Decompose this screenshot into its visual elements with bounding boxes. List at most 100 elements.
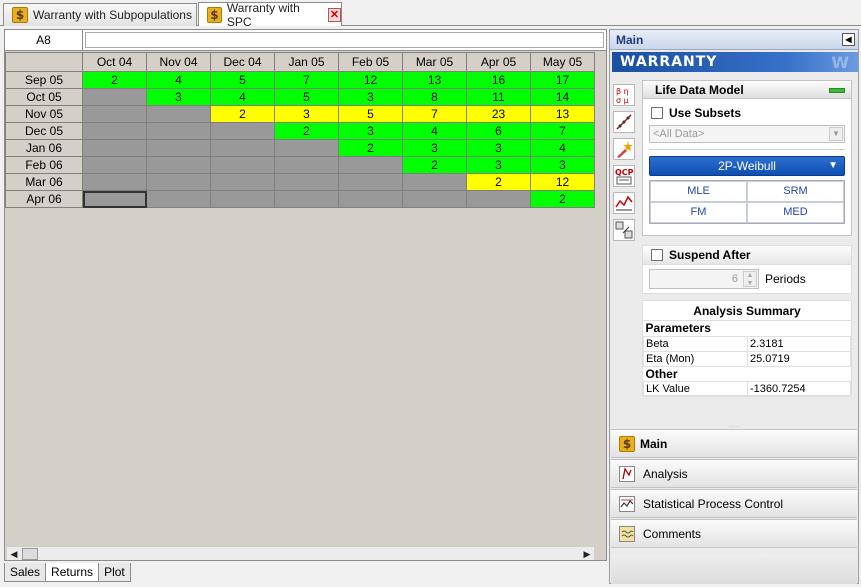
grid-cell[interactable] [82, 88, 147, 106]
column-header[interactable]: Nov 04 [146, 52, 211, 72]
column-header[interactable]: Feb 05 [338, 52, 403, 72]
cell-reference[interactable]: A8 [5, 30, 83, 50]
grid-cell[interactable]: 2 [530, 190, 595, 208]
grid-cell[interactable] [210, 122, 275, 140]
scroll-right-icon[interactable]: ▶ [580, 547, 594, 560]
row-header[interactable]: Mar 06 [5, 173, 83, 191]
row-header[interactable]: Nov 05 [5, 105, 83, 123]
grid-cell[interactable] [82, 139, 147, 157]
collapse-panel-icon[interactable]: ◀ [842, 33, 855, 46]
chevron-down-icon[interactable]: ▼ [829, 127, 843, 141]
grid-cell[interactable]: 8 [402, 88, 467, 106]
grid-cell[interactable] [338, 173, 403, 191]
close-icon[interactable]: ✕ [327, 7, 341, 22]
distribution-select[interactable]: 2P-Weibull ▼ [649, 156, 845, 176]
grid-cell[interactable] [402, 190, 467, 208]
grid-cell[interactable]: 17 [530, 71, 595, 89]
row-header[interactable]: Dec 05 [5, 122, 83, 140]
grid-cell[interactable] [274, 139, 339, 157]
grid-cell[interactable] [82, 122, 147, 140]
grid-cell[interactable]: 3 [338, 122, 403, 140]
stepper-arrows-icon[interactable]: ▲ ▼ [743, 271, 757, 287]
tab-warranty-with-spc[interactable]: $ Warranty with SPC ✕ [198, 1, 342, 29]
grid-cell[interactable] [82, 190, 147, 208]
method-fm-option[interactable]: FM [650, 202, 747, 223]
grid-cell[interactable] [146, 139, 211, 157]
periods-stepper[interactable]: 6 ▲ ▼ [649, 269, 759, 289]
method-srm-option[interactable]: SRM [747, 181, 844, 202]
grid-cell[interactable]: 7 [530, 122, 595, 140]
grid-cell[interactable]: 12 [530, 173, 595, 191]
formula-input[interactable] [85, 32, 604, 48]
column-header[interactable]: Mar 05 [402, 52, 467, 72]
grid-corner[interactable] [5, 52, 83, 72]
grid-cell[interactable] [210, 190, 275, 208]
grid-cell[interactable]: 3 [466, 156, 531, 174]
grid-cell[interactable] [146, 122, 211, 140]
grid-cell[interactable]: 4 [210, 88, 275, 106]
grid-cell[interactable] [402, 173, 467, 191]
chart-icon[interactable] [613, 192, 635, 214]
grid-cell[interactable] [82, 173, 147, 191]
plot-icon[interactable] [613, 111, 635, 133]
grid-cell[interactable]: 3 [530, 156, 595, 174]
row-header[interactable]: Sep 05 [5, 71, 83, 89]
grid-cell[interactable] [466, 190, 531, 208]
grid-cell[interactable]: 2 [274, 122, 339, 140]
row-header[interactable]: Jan 06 [5, 139, 83, 157]
column-header[interactable]: Apr 05 [466, 52, 531, 72]
sheet-tab-returns[interactable]: Returns [45, 563, 100, 582]
calculate-icon[interactable]: β ησ μ [613, 84, 635, 106]
row-header[interactable]: Oct 05 [5, 88, 83, 106]
grid-cell[interactable]: 16 [466, 71, 531, 89]
subset-select[interactable]: <All Data> ▼ [649, 125, 845, 143]
grid-cell[interactable] [82, 105, 147, 123]
grid-cell[interactable] [338, 190, 403, 208]
grid-cell[interactable] [146, 105, 211, 123]
grid-cell[interactable] [210, 173, 275, 191]
grid-cell[interactable]: 14 [530, 88, 595, 106]
grid-cell[interactable]: 2 [466, 173, 531, 191]
nav-statistical-process-control[interactable]: Statistical Process Control [611, 489, 857, 518]
nav-comments[interactable]: Comments [611, 519, 857, 548]
grid-cell[interactable]: 5 [274, 88, 339, 106]
grid-cell[interactable]: 7 [402, 105, 467, 123]
grid-cell[interactable]: 11 [466, 88, 531, 106]
grid-cell[interactable]: 6 [466, 122, 531, 140]
suspend-after-row[interactable]: Suspend After [643, 246, 851, 265]
nav-main[interactable]: $ Main [611, 429, 857, 458]
tab-warranty-with-subpopulations[interactable]: $ Warranty with Subpopulations [3, 3, 197, 26]
grid-cell[interactable]: 4 [530, 139, 595, 157]
qcp-icon[interactable]: QCP [613, 165, 635, 187]
grid-cell[interactable]: 2 [82, 71, 147, 89]
grid-cell[interactable]: 3 [274, 105, 339, 123]
sheet-tab-plot[interactable]: Plot [98, 563, 131, 582]
grid-cell[interactable]: 3 [146, 88, 211, 106]
grid-cell[interactable]: 7 [274, 71, 339, 89]
grid-cell[interactable]: 4 [402, 122, 467, 140]
nav-analysis[interactable]: Analysis [611, 459, 857, 488]
use-subsets-row[interactable]: Use Subsets [643, 103, 851, 123]
row-header[interactable]: Apr 06 [5, 190, 83, 208]
method-mle-option[interactable]: MLE [650, 181, 747, 202]
grid-cell[interactable]: 3 [338, 88, 403, 106]
grid-cell[interactable] [82, 156, 147, 174]
use-subsets-checkbox[interactable] [651, 107, 663, 119]
grid-cell[interactable] [338, 156, 403, 174]
grid-cell[interactable] [210, 156, 275, 174]
grid-cell[interactable]: 13 [530, 105, 595, 123]
grid-cell[interactable]: 2 [338, 139, 403, 157]
grid-cell[interactable] [274, 190, 339, 208]
grid-cell[interactable]: 5 [210, 71, 275, 89]
grid-cell[interactable]: 12 [338, 71, 403, 89]
column-header[interactable]: Dec 04 [210, 52, 275, 72]
grid-cell[interactable] [146, 156, 211, 174]
grid-cell[interactable]: 2 [402, 156, 467, 174]
transfer-icon[interactable] [613, 219, 635, 241]
grid-cell[interactable] [146, 173, 211, 191]
grid-cell[interactable]: 4 [146, 71, 211, 89]
scroll-thumb[interactable] [22, 548, 38, 560]
chevron-down-icon[interactable]: ▼ [828, 157, 838, 175]
wizard-icon[interactable] [613, 138, 635, 160]
grid-cell[interactable] [274, 173, 339, 191]
